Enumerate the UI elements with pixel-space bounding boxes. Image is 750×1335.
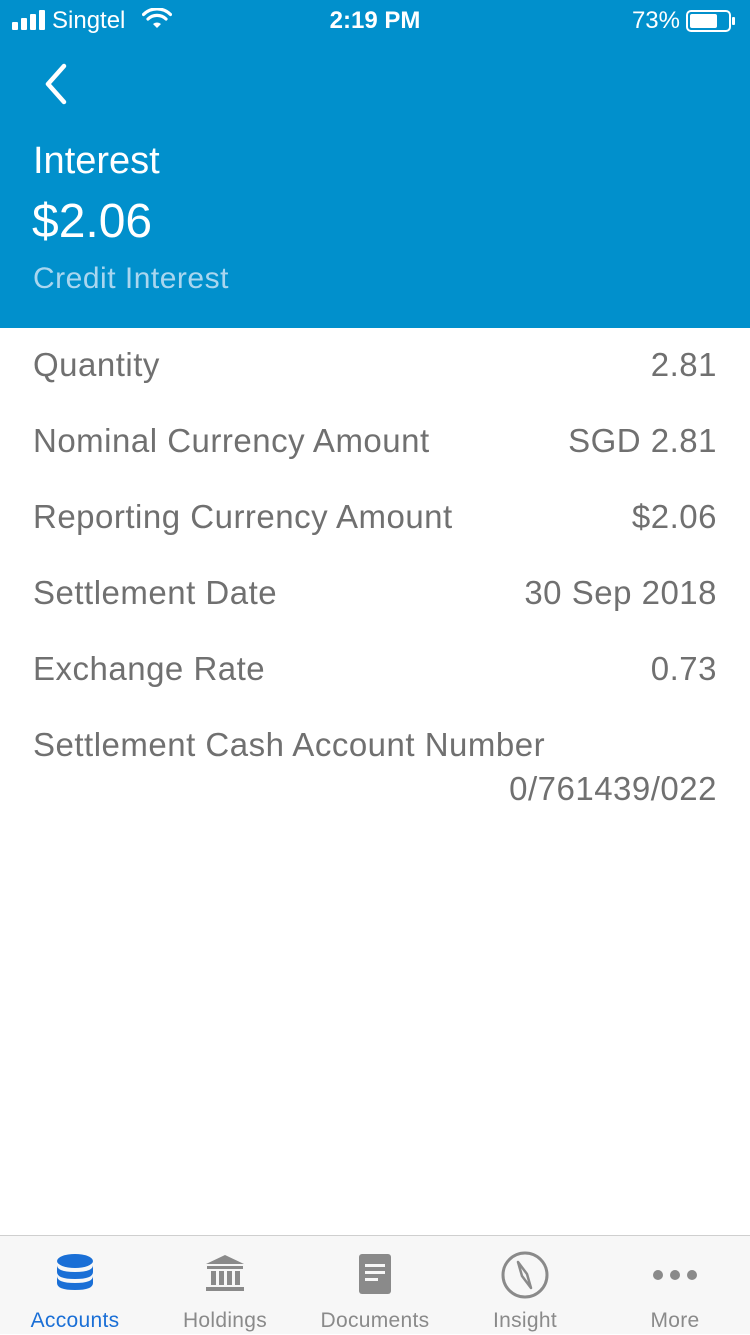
detail-label: Exchange Rate <box>33 650 266 687</box>
transaction-amount: $2.06 <box>32 195 153 248</box>
tab-label: Documents <box>320 1309 430 1332</box>
detail-row-nominal-currency-amount: Nominal Currency Amount SGD 2.81 <box>33 422 717 482</box>
compass-icon <box>501 1251 549 1299</box>
status-bar: Singtel 2:19 PM 73% <box>0 0 750 40</box>
battery-percent: 73% <box>631 7 680 34</box>
tab-accounts[interactable]: Accounts <box>0 1236 150 1335</box>
page-title: Interest <box>33 140 160 182</box>
detail-row-reporting-currency-amount: Reporting Currency Amount $2.06 <box>33 498 717 558</box>
detail-value: 30 Sep 2018 <box>524 574 717 611</box>
tab-label: Holdings <box>182 1309 268 1332</box>
transaction-subtitle: Credit Interest <box>33 262 229 295</box>
chevron-left-icon <box>45 63 67 105</box>
tab-label: More <box>650 1309 700 1332</box>
detail-value: $2.06 <box>631 498 717 535</box>
detail-value: 0.73 <box>650 650 717 687</box>
back-button[interactable] <box>30 56 86 112</box>
document-icon <box>359 1254 391 1294</box>
header: Singtel 2:19 PM 73% Interest $2.06 Credi… <box>0 0 750 328</box>
detail-label: Settlement Cash Account Number <box>33 726 546 763</box>
tab-label: Accounts <box>30 1309 120 1332</box>
more-icon <box>653 1270 697 1280</box>
tab-more[interactable]: More <box>600 1236 750 1335</box>
detail-value: SGD 2.81 <box>568 422 717 459</box>
tab-holdings[interactable]: Holdings <box>150 1236 300 1335</box>
tab-insight[interactable]: Insight <box>450 1236 600 1335</box>
detail-row-exchange-rate: Exchange Rate 0.73 <box>33 650 717 710</box>
detail-value: 2.81 <box>650 346 717 383</box>
tab-documents[interactable]: Documents <box>300 1236 450 1335</box>
detail-row-settlement-date: Settlement Date 30 Sep 2018 <box>33 574 717 634</box>
detail-value: 0/761439/022 <box>509 770 717 807</box>
detail-label: Nominal Currency Amount <box>33 422 430 459</box>
tab-label: Insight <box>493 1309 557 1332</box>
detail-label: Quantity <box>33 346 160 383</box>
detail-label: Settlement Date <box>33 574 278 611</box>
detail-label: Reporting Currency Amount <box>33 498 453 535</box>
battery-icon <box>686 10 735 32</box>
detail-row-settlement-cash-account-number: Settlement Cash Account Number 0/761439/… <box>33 726 717 826</box>
database-icon <box>57 1254 93 1290</box>
tab-bar: Accounts Holdings Documents Insight More <box>0 1235 750 1334</box>
bank-icon <box>206 1255 244 1291</box>
detail-row-quantity: Quantity 2.81 <box>33 346 717 406</box>
